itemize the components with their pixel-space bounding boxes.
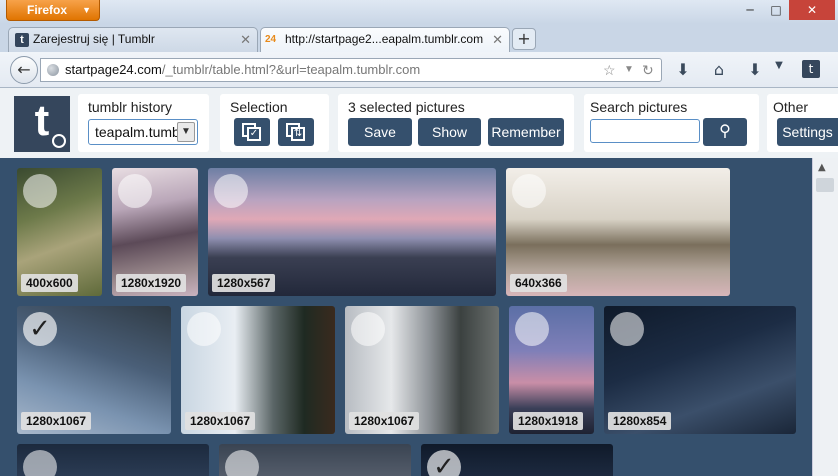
tab-title: Zarejestruj się | Tumblr (33, 32, 155, 46)
picture-dimensions: 1280x567 (212, 274, 276, 292)
picture-thumbnail[interactable]: 1280x1067 (345, 306, 499, 434)
select-circle[interactable] (610, 312, 644, 346)
url-bar[interactable]: startpage24.com/_tumblr/table.html?&url=… (40, 58, 662, 82)
history-group: tumblr history teapalm.tumblr ▼ (78, 94, 209, 152)
chevron-down-icon: ▼ (177, 122, 195, 142)
picture-thumbnail[interactable]: 1280x1067 (181, 306, 335, 434)
new-tab-button[interactable]: + (512, 28, 536, 50)
select-circle[interactable] (515, 312, 549, 346)
picture-thumbnail[interactable]: 400x600 (17, 168, 102, 296)
reload-icon[interactable]: ↻ (642, 59, 654, 81)
tab-startpage[interactable]: 24 http://startpage2...eapalm.tumblr.com… (260, 27, 510, 52)
select-circle[interactable] (118, 174, 152, 208)
settings-button[interactable]: Settings (777, 118, 838, 146)
other-label: Other (773, 99, 809, 115)
addon-icon[interactable]: ⬇ (744, 60, 766, 79)
picture-thumbnail[interactable]: ✓ (421, 444, 613, 476)
tumblr-extension-icon[interactable]: t (802, 60, 820, 78)
home-icon[interactable]: ⌂ (708, 60, 730, 79)
chevron-down-icon[interactable]: ▼ (624, 59, 634, 81)
picture-dimensions: 640x366 (510, 274, 567, 292)
remember-button[interactable]: Remember (488, 118, 564, 146)
swap-icon: ⇅ (291, 127, 305, 141)
chevron-down-icon[interactable]: ▼ (768, 60, 790, 71)
firefox-menu-button[interactable]: Firefox ▼ (6, 0, 100, 21)
picture-dimensions: 1280x854 (608, 412, 672, 430)
tab-title: http://startpage2...eapalm.tumblr.com (285, 32, 484, 46)
magnifier-icon (52, 134, 66, 148)
maximize-button[interactable]: □ (763, 0, 789, 20)
navigation-bar: ← startpage24.com/_tumblr/table.html?&ur… (0, 52, 838, 88)
url-host: startpage24.com (65, 62, 162, 77)
select-all-button[interactable]: ✓ (234, 118, 270, 146)
actions-group: 3 selected pictures Save Show Remember (338, 94, 574, 152)
pictures-grid: 400x600 1280x1920 1280x567 640x366 ✓ 128… (0, 158, 812, 476)
extension-toolbar: t tumblr history teapalm.tumblr ▼ Select… (0, 88, 838, 158)
search-icon: ⚲ (719, 123, 731, 140)
minimize-button[interactable]: ─ (737, 0, 763, 20)
picture-thumbnail[interactable] (17, 444, 209, 476)
history-label: tumblr history (88, 99, 173, 115)
bookmark-star-icon[interactable]: ☆ (603, 59, 616, 81)
picture-dimensions: 400x600 (21, 274, 78, 292)
select-circle[interactable] (23, 174, 57, 208)
save-button[interactable]: Save (348, 118, 412, 146)
select-circle[interactable] (225, 450, 259, 476)
picture-thumbnail[interactable] (219, 444, 411, 476)
select-circle[interactable] (512, 174, 546, 208)
close-window-button[interactable]: ✕ (789, 0, 835, 20)
picture-dimensions: 1280x1920 (116, 274, 187, 292)
picture-dimensions: 1280x1067 (21, 412, 92, 430)
show-button[interactable]: Show (418, 118, 481, 146)
picture-thumbnail[interactable]: 1280x1918 (509, 306, 594, 434)
search-group: Search pictures ⚲ (584, 94, 759, 152)
scrollbar-thumb[interactable] (816, 178, 834, 192)
check-icon: ✓ (247, 127, 261, 141)
scroll-up-icon[interactable]: ▲ (818, 162, 826, 173)
chevron-down-icon: ▼ (82, 5, 91, 15)
select-circle[interactable] (351, 312, 385, 346)
startpage-favicon-icon: 24 (265, 34, 277, 45)
download-icon[interactable]: ⬇ (672, 60, 694, 79)
picture-dimensions: 1280x1067 (185, 412, 256, 430)
globe-icon (47, 64, 59, 76)
select-circle[interactable] (23, 450, 57, 476)
picture-thumbnail[interactable]: 1280x854 (604, 306, 796, 434)
picture-thumbnail[interactable]: 640x366 (506, 168, 730, 296)
close-tab-icon[interactable]: ✕ (492, 28, 503, 51)
picture-dimensions: 1280x1918 (513, 412, 584, 430)
window-titlebar: Firefox ▼ ─ □ ✕ (0, 0, 838, 24)
back-button[interactable]: ← (10, 56, 38, 84)
search-label: Search pictures (590, 99, 688, 115)
select-circle[interactable] (187, 312, 221, 346)
picture-thumbnail[interactable]: 1280x567 (208, 168, 496, 296)
invert-selection-button[interactable]: ⇅ (278, 118, 314, 146)
picture-thumbnail[interactable]: ✓ 1280x1067 (17, 306, 171, 434)
close-tab-icon[interactable]: ✕ (240, 28, 251, 51)
selection-label: Selection (230, 99, 288, 115)
tab-bar: t Zarejestruj się | Tumblr ✕ 24 http://s… (0, 24, 838, 52)
selection-group: Selection ✓ ⇅ (220, 94, 329, 152)
picture-dimensions: 1280x1067 (349, 412, 420, 430)
search-button[interactable]: ⚲ (703, 118, 747, 146)
selected-count-label: 3 selected pictures (348, 99, 465, 115)
other-group: Other Settings (767, 94, 838, 152)
tumblr-favicon-icon: t (15, 33, 29, 47)
picture-thumbnail[interactable]: 1280x1920 (112, 168, 198, 296)
select-circle[interactable] (214, 174, 248, 208)
check-icon[interactable]: ✓ (23, 312, 57, 346)
firefox-menu-label: Firefox (27, 3, 68, 17)
check-icon[interactable]: ✓ (427, 450, 461, 476)
history-select[interactable]: teapalm.tumblr ▼ (88, 119, 198, 145)
url-path: /_tumblr/table.html?&url=teapalm.tumblr.… (161, 62, 421, 77)
history-value: teapalm.tumblr (95, 124, 188, 140)
tab-tumblr[interactable]: t Zarejestruj się | Tumblr ✕ (8, 27, 258, 52)
search-input[interactable] (590, 119, 700, 143)
vertical-scrollbar[interactable]: ▲ (812, 158, 838, 476)
tumblr-logo-icon: t (14, 96, 70, 152)
